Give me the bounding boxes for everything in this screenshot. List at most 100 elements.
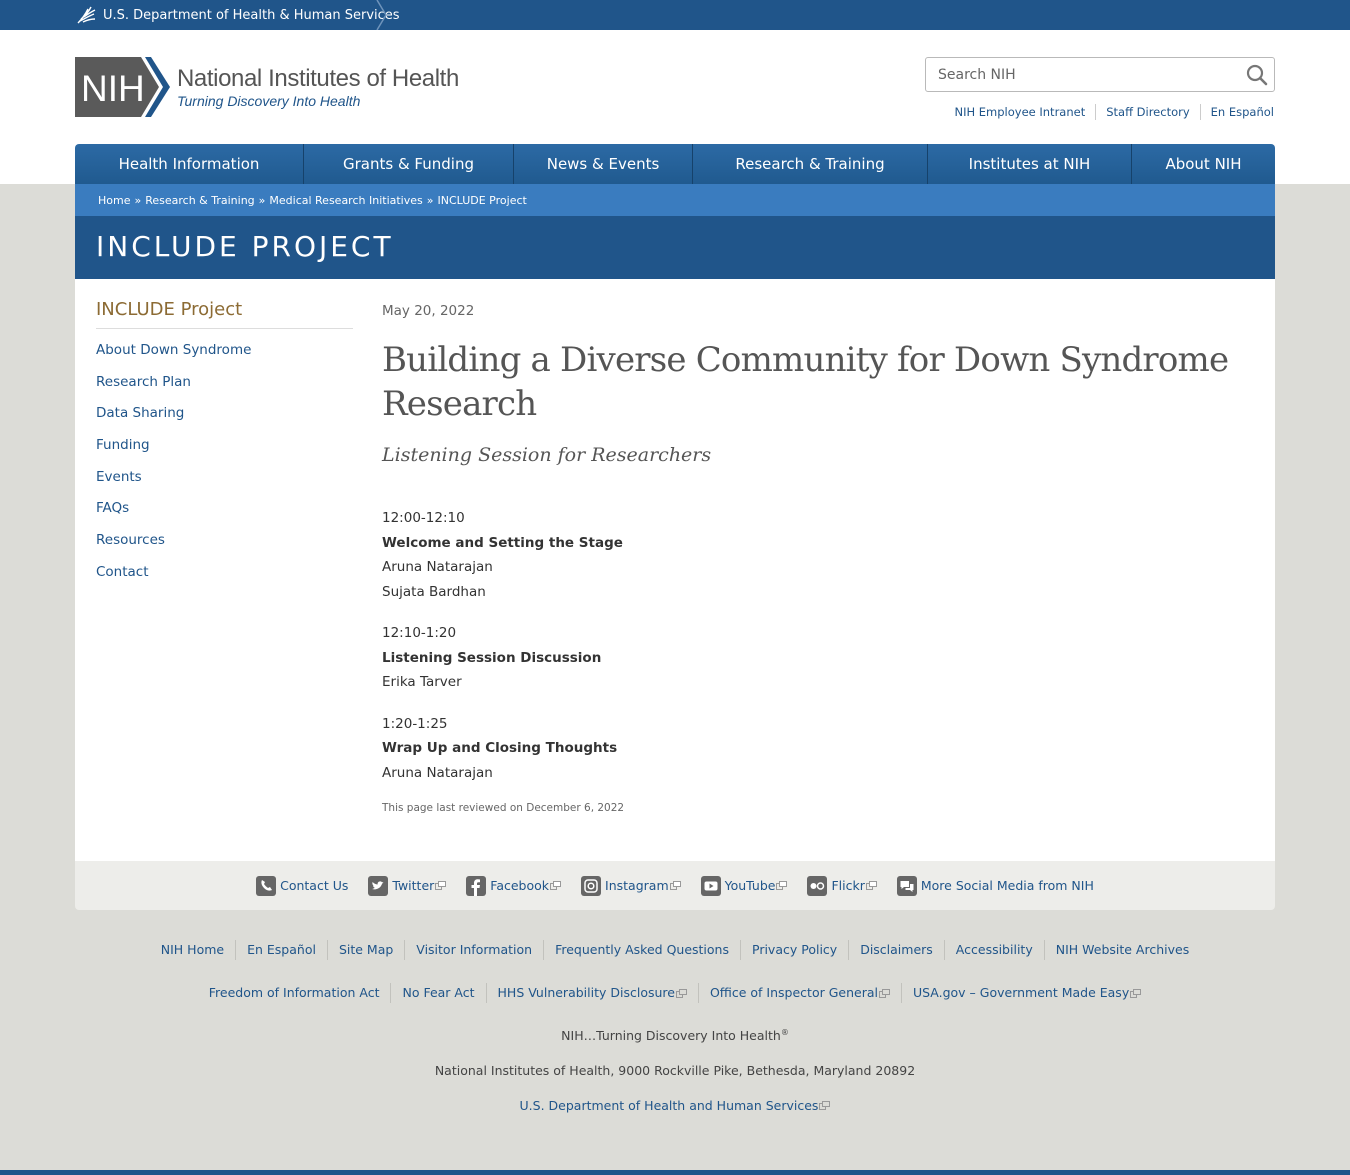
- footer-hhs-link[interactable]: U.S. Department of Health and Human Serv…: [520, 1098, 831, 1113]
- footer-links-primary: NIH Home En Español Site Map Visitor Inf…: [0, 940, 1350, 960]
- social-twitter[interactable]: Twitter: [368, 875, 447, 896]
- flickr-icon: [807, 875, 828, 896]
- instagram-icon: [581, 875, 602, 896]
- breadcrumb-separator: »: [134, 193, 142, 207]
- breadcrumb: Home » Research & Training » Medical Res…: [75, 184, 1275, 216]
- session-title: Welcome and Setting the Stage: [382, 534, 623, 551]
- session-time: 1:20-1:25: [382, 715, 448, 732]
- footer-tagline: NIH…Turning Discovery Into Health®: [0, 1028, 1350, 1043]
- sidebar: INCLUDE Project About Down Syndrome Rese…: [96, 299, 353, 596]
- breadcrumb-research-training[interactable]: Research & Training: [145, 194, 254, 207]
- nih-logo[interactable]: NIH National Institutes of Health Turnin…: [75, 57, 459, 117]
- footer-link-archives[interactable]: NIH Website Archives: [1043, 940, 1201, 960]
- footer-link-hhs-vulnerability[interactable]: HHS Vulnerability Disclosure: [485, 983, 698, 1003]
- footer-link-visitor-information[interactable]: Visitor Information: [404, 940, 543, 960]
- search-icon[interactable]: [1246, 64, 1268, 86]
- sidebar-item-resources[interactable]: Resources: [96, 532, 165, 548]
- footer-hhs: U.S. Department of Health and Human Serv…: [0, 1098, 1350, 1113]
- footer-link-accessibility[interactable]: Accessibility: [943, 940, 1044, 960]
- nav-about-nih[interactable]: About NIH: [1131, 144, 1275, 184]
- search-box: [925, 57, 1275, 92]
- footer-address: National Institutes of Health, 9000 Rock…: [434, 1063, 916, 1078]
- footer-link-nih-home[interactable]: NIH Home: [150, 940, 235, 960]
- page-banner: INCLUDE PROJECT: [75, 216, 1275, 279]
- footer-link-site-map[interactable]: Site Map: [326, 940, 404, 960]
- nih-logo-mark: NIH: [75, 57, 170, 117]
- article: May 20, 2022 Building a Diverse Communit…: [382, 303, 1252, 814]
- external-link-icon: [776, 881, 788, 890]
- nav-research-training[interactable]: Research & Training: [692, 144, 927, 184]
- footer-link-label: HHS Vulnerability Disclosure: [497, 985, 675, 1000]
- search-input[interactable]: [926, 58, 1226, 91]
- social-instagram[interactable]: Instagram: [581, 875, 681, 896]
- logo-title: National Institutes of Health: [177, 64, 459, 92]
- breadcrumb-home[interactable]: Home: [98, 194, 130, 207]
- nav-health-information[interactable]: Health Information: [75, 144, 303, 184]
- external-link-icon: [669, 881, 681, 890]
- hhs-eagle-icon: [77, 6, 96, 24]
- agenda-session: 1:20-1:25 Wrap Up and Closing Thoughts A…: [382, 712, 1252, 786]
- sidebar-title[interactable]: INCLUDE Project: [96, 299, 353, 329]
- breadcrumb-medical-research[interactable]: Medical Research Initiatives: [269, 194, 422, 207]
- external-link-icon: [1130, 988, 1142, 998]
- external-link-icon: [819, 1101, 831, 1110]
- footer-link-faq[interactable]: Frequently Asked Questions: [543, 940, 740, 960]
- last-reviewed: This page last reviewed on December 6, 2…: [382, 802, 625, 814]
- agenda-session: 12:10-1:20 Listening Session Discussion …: [382, 621, 1252, 695]
- external-link-icon: [550, 881, 562, 890]
- util-link-staff-directory[interactable]: Staff Directory: [1095, 104, 1199, 120]
- footer-link-foia[interactable]: Freedom of Information Act: [198, 983, 391, 1003]
- hhs-bar: U.S. Department of Health & Human Servic…: [0, 0, 1350, 30]
- social-facebook[interactable]: Facebook: [466, 875, 562, 896]
- nav-news-events[interactable]: News & Events: [513, 144, 692, 184]
- footer-link-espanol[interactable]: En Español: [235, 940, 327, 960]
- content-area: INCLUDE Project About Down Syndrome Rese…: [75, 279, 1275, 861]
- sidebar-item-research-plan[interactable]: Research Plan: [96, 374, 191, 390]
- article-subhead: Listening Session for Researchers: [382, 444, 712, 466]
- footer-link-label: USA.gov – Government Made Easy: [912, 985, 1130, 1000]
- social-label: Instagram: [605, 878, 669, 893]
- sidebar-item-funding[interactable]: Funding: [96, 437, 150, 453]
- util-link-intranet[interactable]: NIH Employee Intranet: [944, 104, 1095, 120]
- agenda: 12:00-12:10 Welcome and Setting the Stag…: [382, 506, 1252, 785]
- social-label: Contact Us: [280, 878, 349, 893]
- utility-links: NIH Employee Intranet Staff Directory En…: [944, 104, 1274, 120]
- breadcrumb-current: INCLUDE Project: [437, 193, 527, 207]
- breadcrumb-separator: »: [426, 193, 434, 207]
- social-flickr[interactable]: Flickr: [807, 875, 877, 896]
- hhs-link[interactable]: U.S. Department of Health & Human Servic…: [75, 0, 400, 30]
- footer-link-label: No Fear Act: [402, 985, 475, 1000]
- footer-link-inspector-general[interactable]: Office of Inspector General: [697, 983, 901, 1003]
- logo-tagline: Turning Discovery Into Health: [177, 92, 361, 109]
- social-more[interactable]: More Social Media from NIH: [896, 875, 1094, 896]
- social-bar: Contact Us Twitter Facebook Instagram Yo…: [75, 861, 1275, 910]
- social-label: Flickr: [831, 878, 865, 893]
- sidebar-item-about-down-syndrome[interactable]: About Down Syndrome: [96, 342, 251, 358]
- logo-abbr: NIH: [81, 68, 145, 109]
- session-speaker: Aruna Natarajan: [382, 559, 493, 575]
- social-contact-us[interactable]: Contact Us: [256, 875, 349, 896]
- sidebar-list: About Down Syndrome Research Plan Data S…: [96, 342, 353, 596]
- footer-link-usa-gov[interactable]: USA.gov – Government Made Easy: [900, 983, 1152, 1003]
- session-speaker: Aruna Natarajan: [382, 764, 493, 781]
- footer-link-privacy-policy[interactable]: Privacy Policy: [740, 940, 848, 960]
- social-youtube[interactable]: YouTube: [700, 875, 788, 896]
- footer-link-disclaimers[interactable]: Disclaimers: [848, 940, 944, 960]
- youtube-icon: [700, 875, 721, 896]
- nav-grants-funding[interactable]: Grants & Funding: [303, 144, 513, 184]
- footer-link-label: Freedom of Information Act: [208, 985, 380, 1000]
- phone-icon: [256, 875, 277, 896]
- social-label: Twitter: [392, 878, 435, 893]
- chevron-right-icon: [376, 0, 387, 30]
- footer-link-no-fear-act[interactable]: No Fear Act: [390, 983, 485, 1003]
- session-title: Wrap Up and Closing Thoughts: [382, 740, 618, 756]
- sidebar-item-contact[interactable]: Contact: [96, 564, 149, 580]
- util-link-espanol[interactable]: En Español: [1199, 104, 1274, 120]
- social-label: Facebook: [490, 878, 550, 893]
- session-speaker: Sujata Bardhan: [382, 583, 486, 600]
- social-label: More Social Media from NIH: [920, 878, 1094, 893]
- sidebar-item-faqs[interactable]: FAQs: [96, 500, 129, 516]
- sidebar-item-data-sharing[interactable]: Data Sharing: [96, 405, 184, 421]
- nav-institutes[interactable]: Institutes at NIH: [927, 144, 1131, 184]
- sidebar-item-events[interactable]: Events: [96, 469, 142, 485]
